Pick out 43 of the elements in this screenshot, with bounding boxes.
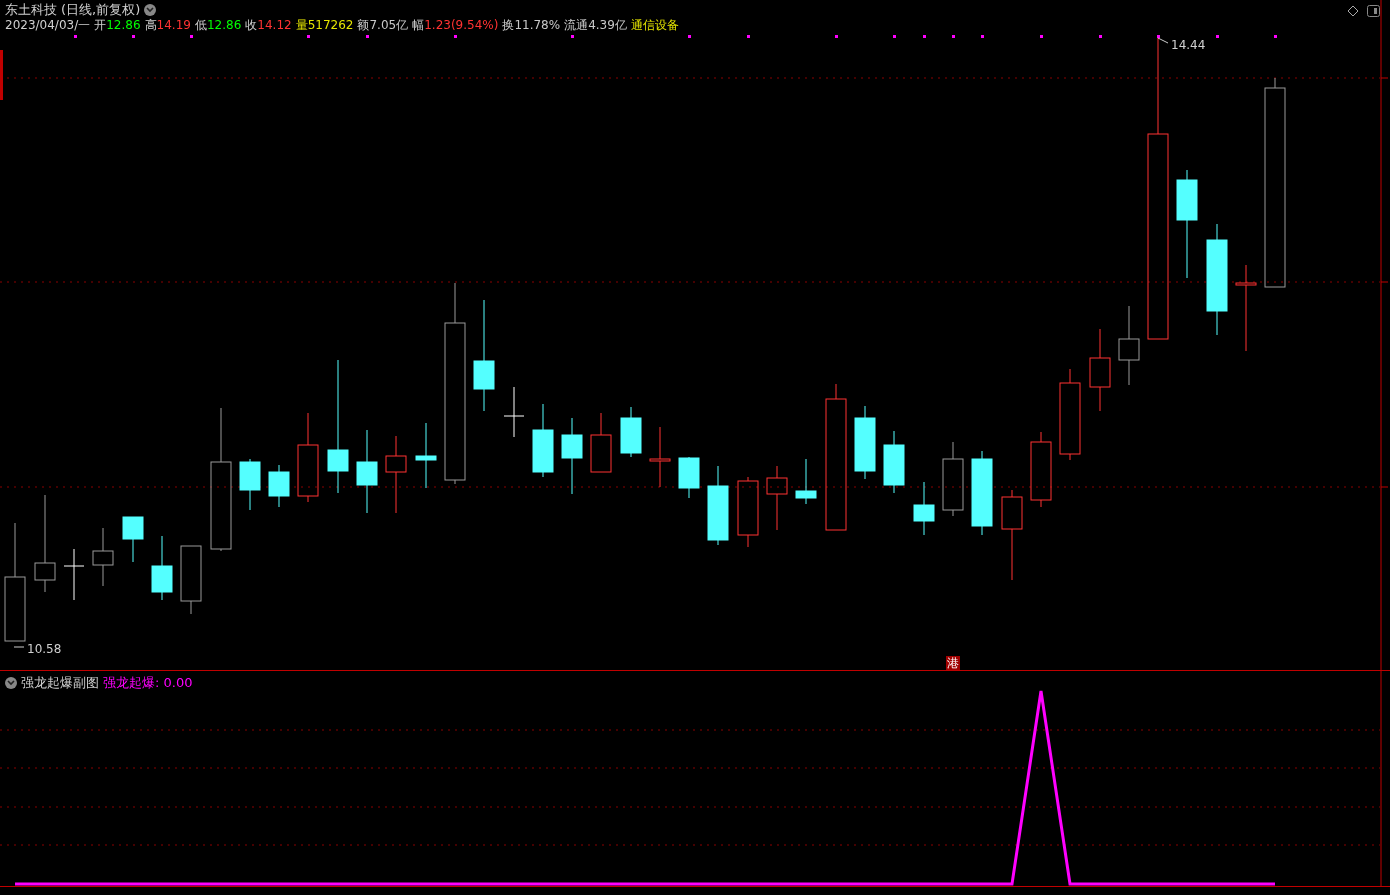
date-label: 2023/04/03/一	[5, 18, 91, 32]
quote-field: 流通4.39亿	[564, 18, 627, 32]
candlestick	[795, 458, 817, 505]
quote-field: 高14.19	[144, 18, 191, 32]
quote-field: 开12.86	[94, 18, 141, 32]
quote-field: 低12.86	[194, 18, 242, 32]
marker-tag: 港	[946, 656, 960, 670]
sector-label[interactable]: 通信设备	[630, 18, 679, 32]
axis-marker	[0, 50, 3, 100]
candlestick	[122, 516, 144, 563]
period-label: (日线,前复权)	[61, 2, 141, 18]
candlestick	[92, 527, 114, 587]
candlestick	[239, 458, 261, 511]
candlestick	[678, 456, 700, 499]
candlestick	[649, 426, 671, 488]
leader-line	[1157, 37, 1169, 44]
leader-line	[13, 646, 25, 648]
low-price-label: 10.58	[27, 641, 62, 658]
quote-field: 量517262	[295, 18, 354, 32]
candlestick	[415, 422, 437, 489]
candlestick	[63, 548, 85, 601]
diamond-icon[interactable]	[1347, 5, 1359, 17]
candlestick	[151, 535, 173, 601]
candlestick	[180, 545, 202, 615]
candlestick	[913, 481, 935, 536]
quote-field: 换11.78%	[502, 18, 561, 32]
quote-field: 幅1.23(9.54%)	[412, 18, 499, 32]
candlestick	[737, 476, 759, 548]
indicator-value: 强龙起爆: 0.00	[103, 674, 193, 692]
candlestick	[590, 412, 612, 473]
panel-toggle-icon[interactable]	[1367, 5, 1380, 17]
dropdown-icon[interactable]	[144, 4, 157, 16]
quote-field: 收14.12	[245, 18, 292, 32]
candlestick	[883, 430, 905, 494]
candlestick	[766, 465, 788, 531]
candlestick	[268, 464, 290, 508]
stock-title: 东土科技	[5, 2, 57, 18]
high-price-label: 14.44	[1171, 37, 1206, 54]
quote-field: 额7.05亿	[357, 18, 409, 32]
candlestick	[620, 406, 642, 458]
candlestick	[503, 386, 525, 438]
dropdown-icon[interactable]	[5, 676, 17, 689]
indicator-title: 强龙起爆副图	[21, 674, 99, 692]
